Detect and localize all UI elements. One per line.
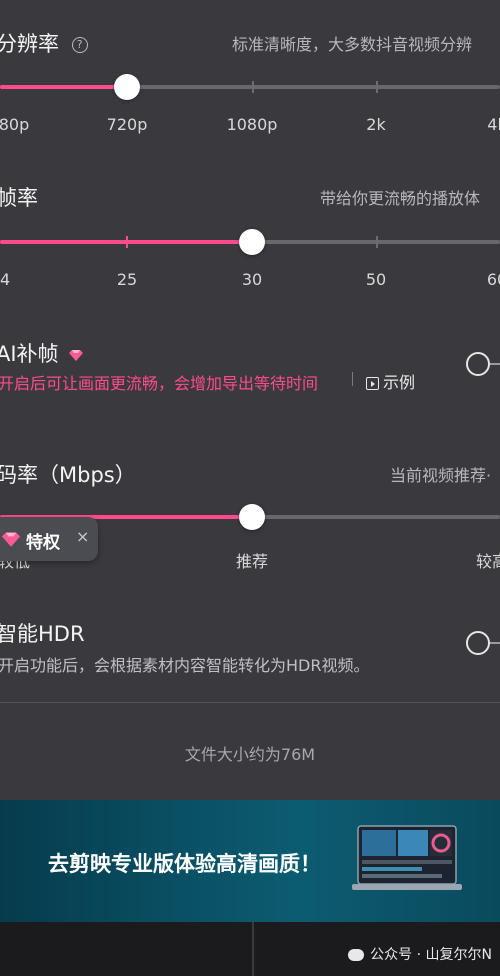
- promo-banner[interactable]: 去剪映专业版体验高清画质！: [0, 800, 500, 922]
- smart-hdr-title: 智能HDR: [0, 622, 85, 646]
- bitrate-option[interactable]: 推荐: [236, 548, 268, 572]
- bitrate-title: 码率（Mbps）: [0, 463, 136, 487]
- divider: [252, 922, 254, 976]
- diamond-icon: [2, 532, 20, 547]
- play-square-icon: [366, 377, 379, 390]
- wechat-icon: [348, 949, 365, 961]
- resolution-tick: [252, 81, 254, 93]
- resolution-option[interactable]: 720p: [107, 115, 148, 134]
- frame-rate-tick: [126, 236, 128, 248]
- banner-text: 去剪映专业版体验高清画质！: [48, 852, 321, 876]
- frame-rate-option[interactable]: 24: [0, 270, 10, 289]
- resolution-slider-knob[interactable]: [114, 74, 140, 100]
- resolution-option[interactable]: 80p: [0, 115, 29, 134]
- close-icon[interactable]: ×: [76, 527, 89, 546]
- bitrate-slider-knob[interactable]: [239, 504, 265, 530]
- divider: [0, 702, 500, 703]
- resolution-tick: [376, 81, 378, 93]
- resolution-title: 分辨率 ?: [0, 28, 88, 58]
- ai-frame-title: AI补帧: [0, 338, 84, 368]
- ai-frame-description: 开启后可让画面更流畅，会增加导出等待时间: [0, 374, 319, 393]
- frame-rate-option[interactable]: 30: [242, 270, 262, 289]
- frame-rate-option[interactable]: 60: [487, 270, 500, 289]
- watermark: 公众号 · 山复尔尔N: [348, 944, 492, 964]
- resolution-description: 标准清晰度，大多数抖音视频分辨: [232, 35, 473, 54]
- resolution-option[interactable]: 4k: [487, 115, 500, 134]
- ai-frame-toggle[interactable]: [466, 352, 500, 376]
- smart-hdr-description: 开启功能后，会根据素材内容智能转化为HDR视频。: [0, 656, 370, 675]
- resolution-option[interactable]: 1080p: [227, 115, 278, 134]
- privilege-label: 特权: [26, 533, 60, 553]
- frame-rate-slider-knob[interactable]: [239, 229, 265, 255]
- frame-rate-description: 带给你更流畅的播放体: [320, 189, 481, 208]
- help-icon[interactable]: ?: [71, 37, 88, 53]
- resolution-slider-fill: [0, 85, 127, 89]
- laptop-image: [352, 825, 462, 890]
- frame-rate-title: 帧率: [0, 186, 38, 210]
- frame-rate-tick: [376, 236, 378, 248]
- frame-rate-option[interactable]: 50: [366, 270, 386, 289]
- example-link[interactable]: 示例: [366, 369, 415, 393]
- smart-hdr-toggle[interactable]: [466, 631, 500, 655]
- resolution-option[interactable]: 2k: [366, 115, 385, 134]
- bitrate-option[interactable]: 较高: [476, 548, 500, 572]
- diamond-icon: [69, 350, 84, 361]
- separator: [352, 372, 353, 386]
- privilege-tooltip: 特权 ×: [0, 517, 98, 561]
- file-size-text: 文件大小约为76M: [184, 745, 316, 764]
- bitrate-description: 当前视频推荐·: [390, 466, 492, 485]
- bottom-bar: 公众号 · 山复尔尔N: [0, 922, 500, 976]
- frame-rate-option[interactable]: 25: [117, 270, 137, 289]
